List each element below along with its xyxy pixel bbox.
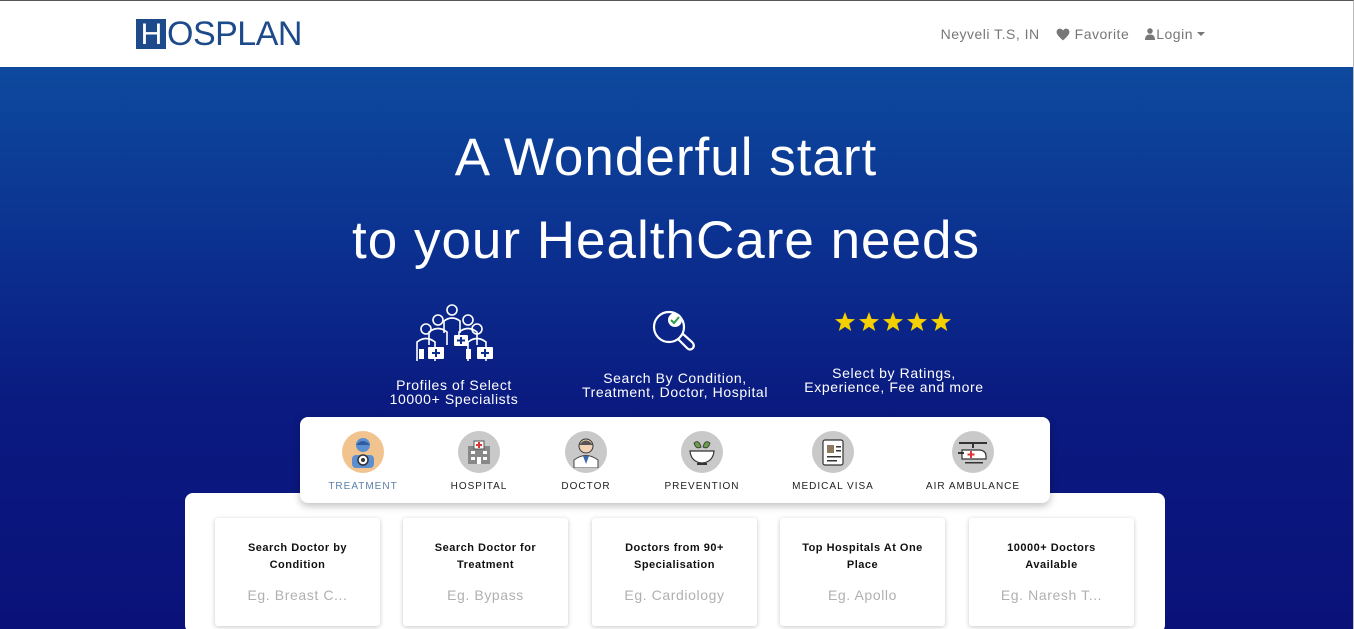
tab-medical-visa-label: MEDICAL VISA (792, 481, 874, 492)
heart-icon (1056, 28, 1070, 40)
hospital-icon (458, 431, 500, 473)
tab-prevention-label: PREVENTION (664, 481, 740, 492)
top-navbar: H OSPLAN Neyveli T.S, IN Favorite Login (0, 0, 1354, 67)
tab-air-ambulance[interactable]: AIR AMBULANCE (913, 431, 1033, 492)
hero-heading-line2: to your HealthCare needs (352, 211, 980, 270)
feature-search-line1: Search By Condition, (603, 370, 747, 386)
tab-doctor[interactable]: DOCTOR (526, 431, 646, 492)
feature-ratings-line2: Experience, Fee and more (804, 379, 984, 395)
user-icon (1145, 28, 1156, 40)
search-card-doctors: 10000+ Doctors Available (969, 518, 1134, 626)
feature-specialists-line2: 10000+ Specialists (389, 391, 519, 407)
doctor-search-input[interactable] (984, 587, 1119, 603)
login-label: Login (1156, 26, 1193, 42)
feature-ratings-line1: Select by Ratings, (832, 365, 956, 381)
air-ambulance-icon (952, 431, 994, 473)
search-card-title: 10000+ Doctors Available (1007, 542, 1096, 571)
doctors-group-icon (416, 304, 493, 361)
feature-specialists-line1: Profiles of Select (396, 377, 512, 393)
hosplan-logo[interactable]: H OSPLAN (136, 15, 302, 53)
tab-treatment[interactable]: TREATMENT (303, 431, 423, 492)
search-card-specialisation: Doctors from 90+ Specialisation (592, 518, 757, 626)
login-dropdown[interactable]: Login (1145, 26, 1205, 42)
feature-search-line2: Treatment, Doctor, Hospital (581, 384, 769, 400)
logo-h-block: H (136, 19, 166, 50)
five-stars-icon (835, 312, 951, 331)
medical-visa-icon (812, 431, 854, 473)
tab-hospital[interactable]: HOSPITAL (419, 431, 539, 492)
condition-search-input[interactable] (230, 587, 365, 603)
logo-text: OSPLAN (167, 15, 302, 53)
search-card-title: Top Hospitals At One Place (802, 542, 923, 571)
chevron-down-icon (1197, 32, 1205, 36)
feature-specialists: Profiles of Select 10000+ Specialists (334, 303, 574, 406)
tab-air-ambulance-label: AIR AMBULANCE (925, 481, 1021, 492)
search-card-condition: Search Doctor by Condition (215, 518, 380, 626)
search-card-hospitals: Top Hospitals At One Place (780, 518, 945, 626)
favorite-link[interactable]: Favorite (1056, 26, 1130, 42)
search-card-title: Search Doctor for Treatment (434, 542, 537, 571)
search-panel: Search Doctor byCondition Search Doctor … (185, 493, 1165, 629)
tab-doctor-label: DOCTOR (561, 481, 611, 492)
search-check-icon (652, 310, 695, 351)
specialisation-search-input[interactable] (607, 587, 742, 603)
tab-prevention[interactable]: PREVENTION (642, 431, 762, 492)
hero-heading-line1: A Wonderful start (454, 128, 878, 187)
search-card-title: Search Doctor by Condition (247, 542, 348, 571)
favorite-label: Favorite (1074, 26, 1130, 42)
hospital-search-input[interactable] (795, 587, 930, 603)
search-card-treatment: Search Doctor for Treatment (403, 518, 568, 626)
prevention-icon (681, 431, 723, 473)
location-label: Neyveli T.S, IN (940, 26, 1040, 42)
tab-medical-visa[interactable]: MEDICAL VISA (773, 431, 893, 492)
treatment-search-input[interactable] (418, 587, 553, 603)
tab-treatment-label: TREATMENT (328, 481, 398, 492)
treatment-icon (342, 431, 384, 473)
feature-search: Search By Condition, Treatment, Doctor, … (555, 307, 795, 399)
search-card-title: Doctors from 90+ Specialisation (625, 542, 724, 571)
feature-ratings: Select by Ratings, Experience, Fee and m… (774, 311, 1014, 394)
nav-right: Neyveli T.S, IN Favorite Login (941, 26, 1205, 42)
doctor-icon (565, 431, 607, 473)
category-tabs: TREATMENT HOSPITAL DOCTOR PREVENTION MED… (300, 417, 1050, 503)
location-selector[interactable]: Neyveli T.S, IN (941, 26, 1040, 42)
tab-hospital-label: HOSPITAL (450, 481, 508, 492)
